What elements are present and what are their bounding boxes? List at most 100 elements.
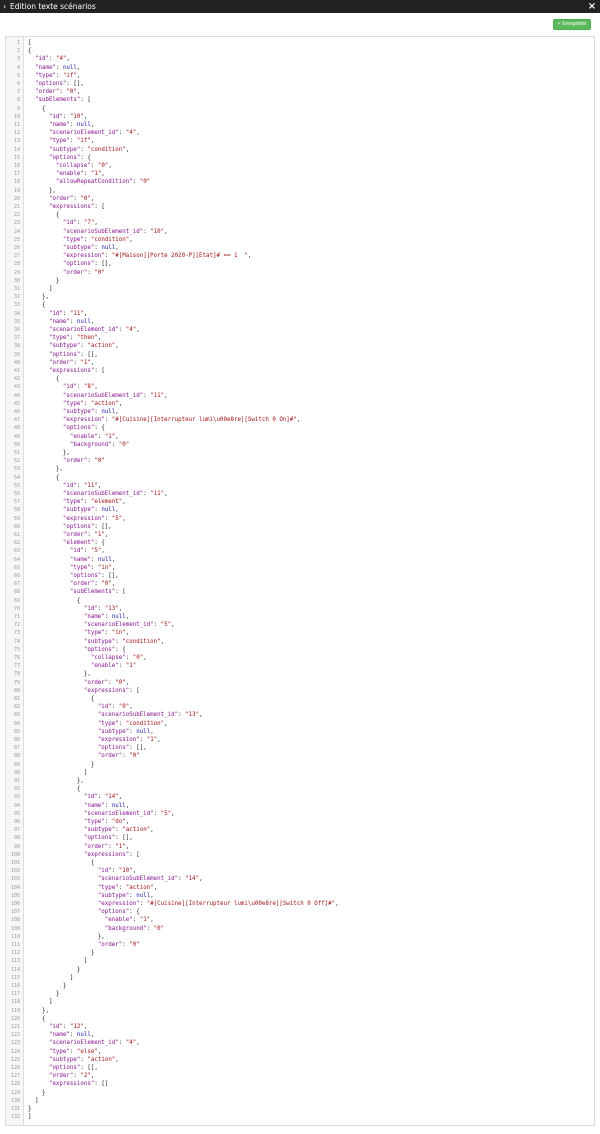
line-number: 123 [10,1040,20,1047]
code-text: "options": [], [34,81,84,87]
code-line: 4 "name": null, [6,64,594,72]
line-number: 70 [13,605,20,612]
line-number: 19 [13,187,20,194]
line-number: 75 [13,646,20,653]
code-line: 78 }, [6,670,594,678]
line-number: 33 [13,302,20,309]
code-text: "scenarioSubElement_id": "11", [62,392,168,399]
code-text: "subtype": "condition", [48,146,130,153]
code-line: 37 "type": "then", [6,334,594,342]
line-number: 15 [13,154,20,161]
code-line: 96 "type": "do", [6,818,594,826]
code-line: 25 "type": "condition", [6,236,594,244]
code-line: 67 "order": "0", [6,580,594,588]
code-text: "scenarioElement_id": "4", [48,130,140,137]
code-line: 70 "id": "13", [6,605,594,613]
code-line: 86 "expression": "1", [6,736,594,744]
line-number: 82 [13,704,20,711]
code-text: "order": "0" [97,753,140,760]
line-number: 13 [13,138,20,145]
line-number: 127 [10,1073,20,1080]
code-line: 16 "collapse": "0", [6,162,594,170]
close-button[interactable]: × [587,0,597,13]
code-line: 116 } [6,982,594,990]
line-number: 16 [13,163,20,169]
code-line: 90 ] [6,769,594,777]
code-text: "type": "if", [48,138,95,145]
code-line: 131} [6,1105,594,1113]
line-number: 92 [13,786,20,793]
code-text: { [28,302,46,309]
code-text: "order": "0", [34,89,81,96]
line-number: 107 [10,909,20,916]
code-line: 82 "id": "9", [6,703,594,711]
code-line: 102 "id": "10", [6,867,594,875]
code-line: 63 "id": "5", [6,547,594,555]
line-number: 79 [13,679,20,686]
line-number: 22 [13,212,20,219]
code-text: "subtype": null, [97,728,154,735]
code-text: "enable": "1", [55,171,105,178]
code-text: ] [28,974,74,981]
code-text: "name": null, [34,64,81,71]
line-number: 110 [10,933,20,940]
line-number: 60 [13,523,20,530]
code-text: "scenarioSubElement_id": "11", [62,491,168,497]
code-text: "element": { [62,540,105,547]
code-line: 53 }, [6,465,594,473]
code-line: 38 "subtype": "action", [6,342,594,350]
line-number: 128 [10,1081,20,1088]
code-line: 97 "subtype": "action", [6,826,594,834]
code-line: 91 }, [6,777,594,785]
line-number: 62 [13,540,20,547]
code-text: "expression": "#[Maison][Porte 2020-P][E… [62,253,252,260]
code-line: 51 }, [6,449,594,457]
code-text: "options": [], [69,573,119,579]
line-number: 101 [10,860,20,866]
code-text: "subtype": "action", [83,827,154,834]
line-number: 43 [13,384,20,391]
code-line: 122 "name": null, [6,1031,594,1039]
code-line: 76 "collapse": "0", [6,654,594,662]
code-text: }, [28,671,91,678]
code-text: "id": "4", [34,56,70,63]
save-button[interactable]: ✓ Enregistrer [553,19,591,30]
code-text: } [28,966,81,973]
window-title: Edition texte scénarios [10,2,96,11]
code-line: 5 "type": "if", [6,72,594,80]
line-number: 29 [13,269,20,276]
line-number: 53 [13,466,20,473]
code-line: 118 ] [6,998,594,1006]
code-line: 34 "id": "11", [6,310,594,318]
code-text: "type": "in", [83,630,130,637]
code-text: "enable": "1", [69,433,119,440]
line-number: 87 [13,745,20,752]
code-text: "order": "1", [83,843,130,850]
code-text: "id": "13", [83,605,123,612]
code-text: "order": "2", [48,1073,95,1080]
code-line: 24 "scenarioSubElement_id": "10", [6,228,594,236]
code-line: 73 "type": "in", [6,629,594,637]
code-editor[interactable]: 1[2{3 "id": "4", 4 "name": null, 5 "type":… [5,36,595,1126]
code-text: "type": "in", [69,564,116,571]
line-number: 93 [13,794,20,801]
line-number: 105 [10,892,20,899]
code-text: "options": [], [48,1065,98,1071]
line-number: 130 [10,1097,20,1104]
code-line: 11 "name": null, [6,121,594,129]
line-number: 14 [13,146,20,153]
code-text: "subtype": "action", [48,343,119,350]
code-text: "options": { [48,154,91,161]
code-text: "expression": "1", [97,737,161,743]
code-text: "options": [], [62,523,112,530]
code-text: { [28,105,46,112]
line-number: 102 [10,868,20,875]
line-number: 26 [13,245,20,251]
code-line: 47 "expression": "#[Cuisine][Interrupteu… [6,416,594,424]
code-text: "subElements": [ [34,97,91,104]
line-number: 80 [13,687,20,694]
code-line: 119 }, [6,1007,594,1015]
code-text: "scenarioElement_id": "5", [83,810,175,817]
line-number: 54 [13,474,20,481]
code-text: "enable": "1", [104,917,154,924]
